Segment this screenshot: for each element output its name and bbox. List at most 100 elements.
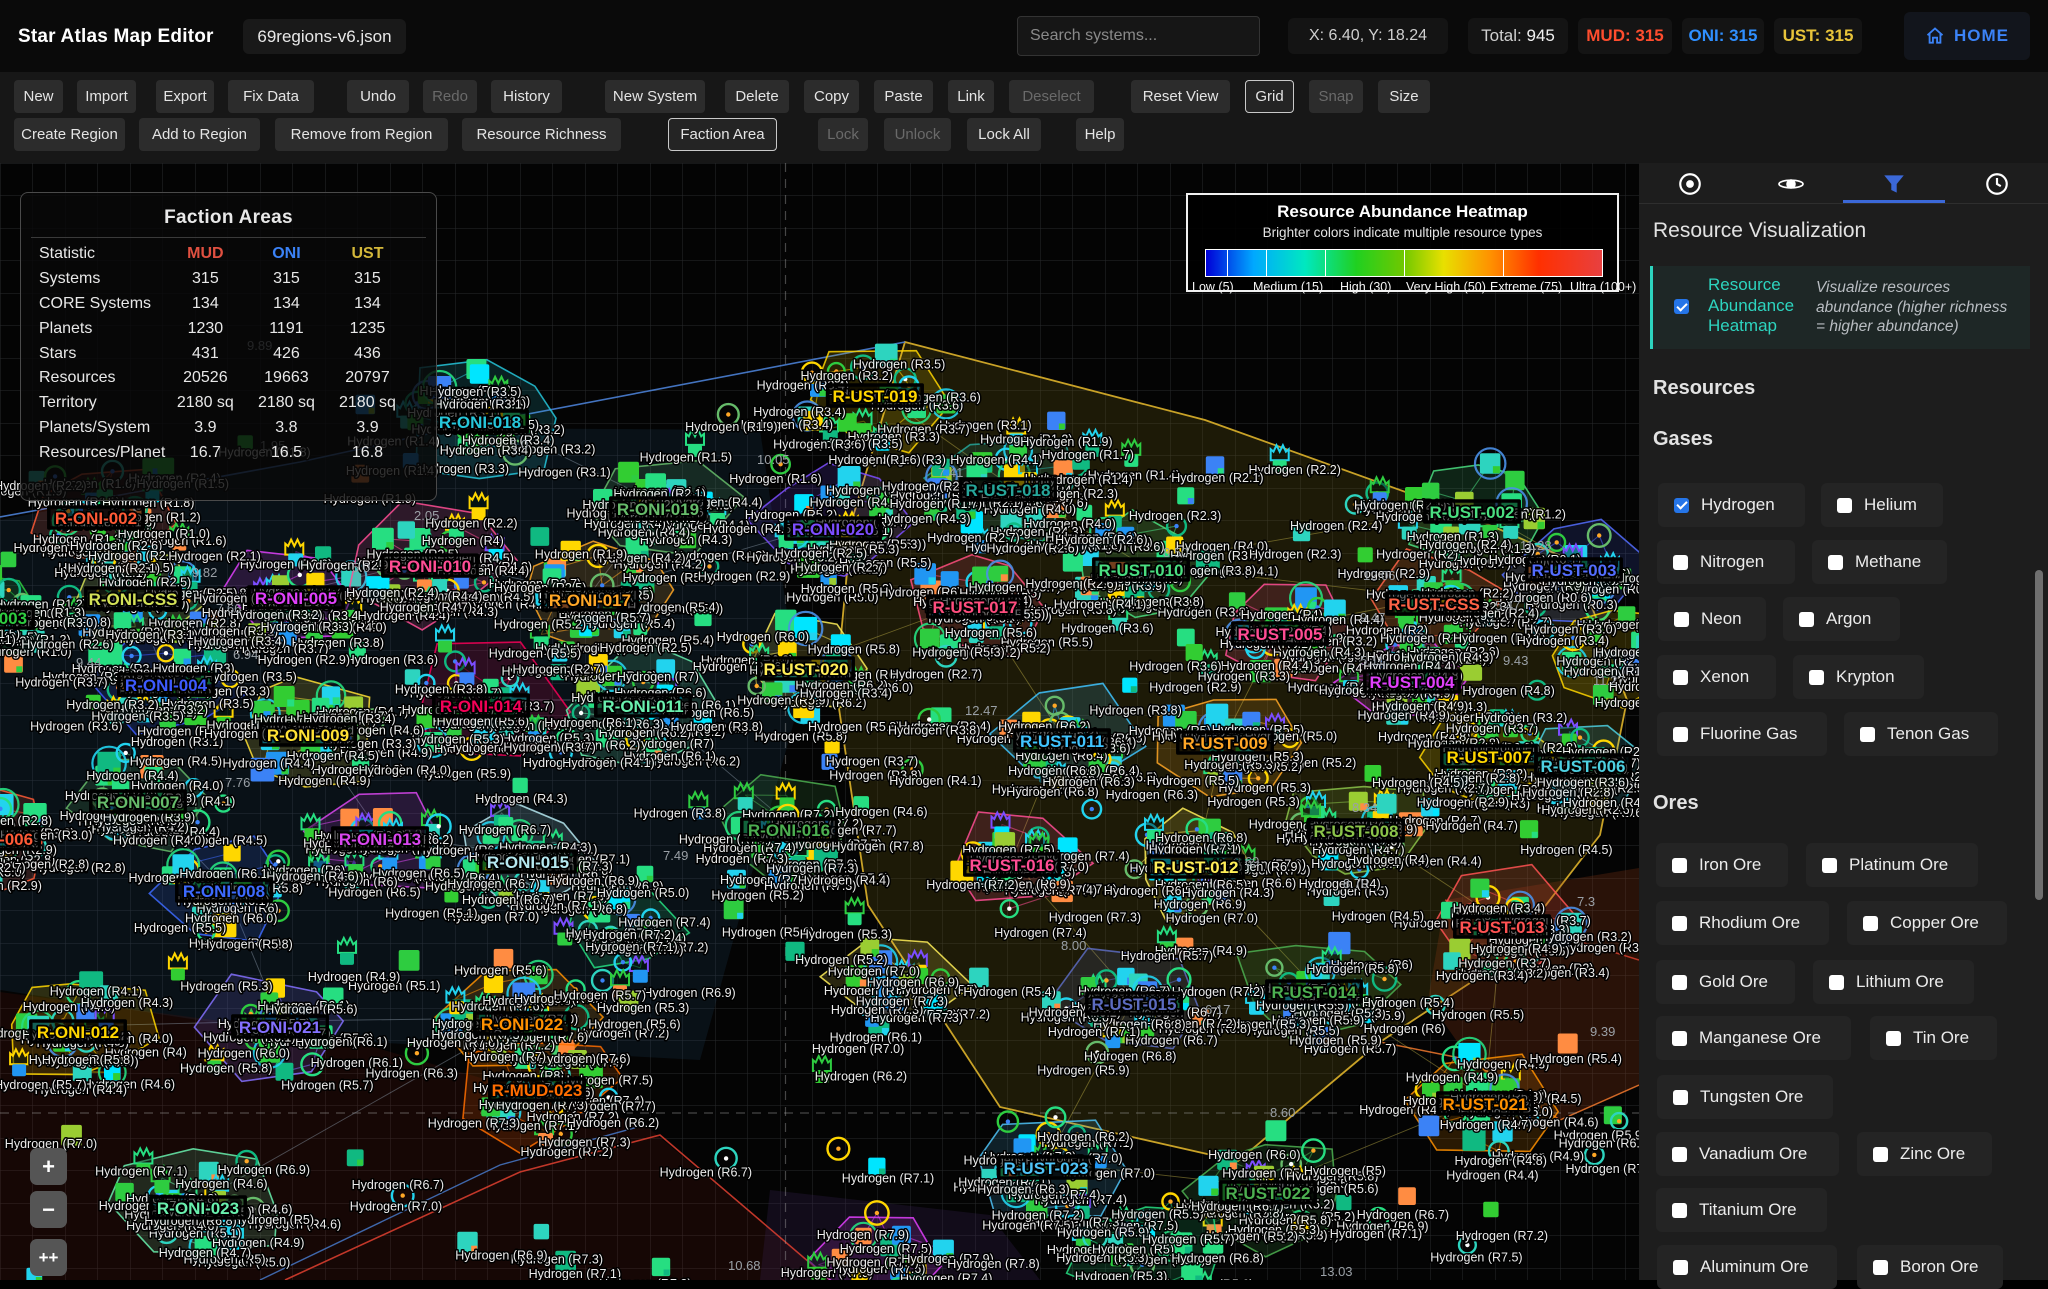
svg-text:Hydrogen (R5.0): Hydrogen (R5.0) (597, 886, 689, 900)
svg-text:R-ONI-023: R-ONI-023 (157, 1199, 239, 1218)
svg-text:Hydrogen (R7.2): Hydrogen (R7.2) (1456, 1229, 1548, 1243)
svg-text:Hydrogen (R7.2): Hydrogen (R7.2) (926, 878, 1018, 892)
svg-text:Hydrogen (R3.6): Hydrogen (R3.6) (346, 653, 438, 667)
svg-text:Hydrogen (R5.8): Hydrogen (R5.8) (180, 1062, 272, 1076)
svg-text:12.06: 12.06 (1363, 568, 1396, 583)
svg-text:Hydrogen (R4.5): Hydrogen (R4.5) (1520, 843, 1612, 857)
svg-text:R-ONI-010: R-ONI-010 (389, 557, 471, 576)
svg-text:Hydrogen (R4): Hydrogen (R4) (1299, 877, 1381, 891)
svg-text:Hydrogen (R6.2): Hydrogen (R6.2) (815, 1069, 907, 1083)
svg-text:Hydrogen (R7.3): Hydrogen (R7.3) (856, 994, 948, 1008)
svg-text:Hydrogen (R6.2): Hydrogen (R6.2) (567, 1116, 659, 1130)
svg-text:Hydrogen (R4.7): Hydrogen (R4.7) (159, 1246, 251, 1260)
svg-text:11.27: 11.27 (1593, 673, 1625, 688)
svg-text:Hydrogen (R1.5): Hydrogen (R1.5) (640, 451, 732, 465)
svg-text:Hydrogen (R5.7): Hydrogen (R5.7) (1121, 949, 1213, 963)
svg-text:Hydrogen (R5.6): Hydrogen (R5.6) (945, 626, 1037, 640)
svg-text:Hydrogen (R6.0): Hydrogen (R6.0) (1208, 1148, 1300, 1162)
svg-text:Hydrogen (R7.6): Hydrogen (R7.6) (538, 1052, 630, 1066)
svg-text:Hydrogen (R5): Hydrogen (R5) (1304, 1164, 1386, 1178)
svg-text:R-UST-015: R-UST-015 (1091, 995, 1176, 1014)
svg-text:Hydrogen (R4.4): Hydrogen (R4.4) (798, 874, 890, 888)
svg-text:R-UST-019: R-UST-019 (832, 387, 917, 406)
svg-text:Hydrogen (R4.7): Hydrogen (R4.7) (1426, 819, 1518, 833)
svg-text:R-ONI-002: R-ONI-002 (55, 509, 137, 528)
svg-text:Hydrogen (R4.9): Hydrogen (R4.9) (1376, 699, 1468, 713)
svg-text:Hydrogen (R7.1): Hydrogen (R7.1) (1330, 1227, 1422, 1241)
svg-text:Hydrogen (R4.5): Hydrogen (R4.5) (1332, 910, 1424, 924)
svg-text:R-UST-020: R-UST-020 (763, 660, 848, 679)
svg-text:Hydrogen (R7.5): Hydrogen (R7.5) (1430, 1250, 1522, 1264)
svg-text:Hydrogen (R5.3): Hydrogen (R5.3) (800, 928, 892, 942)
svg-text:Hydrogen (R4.5): Hydrogen (R4.5) (130, 755, 222, 769)
svg-text:5.11: 5.11 (1360, 653, 1384, 668)
svg-text:Hydrogen (R3.3): Hydrogen (R3.3) (261, 620, 353, 634)
svg-text:Hydrogen (R5.6): Hydrogen (R5.6) (588, 1017, 680, 1031)
svg-text:Hydrogen (R4.9): Hydrogen (R4.9) (278, 774, 370, 788)
svg-text:R-ONI-013: R-ONI-013 (339, 830, 421, 849)
svg-text:R-UST-010: R-UST-010 (1098, 561, 1183, 580)
svg-text:Hydrogen (R4.4): Hydrogen (R4.4) (223, 757, 315, 771)
svg-text:7.76: 7.76 (225, 775, 250, 790)
svg-text:R-UST-003: R-UST-003 (1531, 561, 1616, 580)
svg-text:Hydrogen (R5.3): Hydrogen (R5.3) (412, 733, 504, 747)
svg-text:Hydrogen (R5.9): Hydrogen (R5.9) (1289, 1034, 1381, 1048)
svg-text:9.39: 9.39 (1590, 1024, 1615, 1039)
svg-text:Hydrogen (R4.1): Hydrogen (R4.1) (950, 453, 1042, 467)
svg-text:Hydrogen (R5.9): Hydrogen (R5.9) (1057, 1226, 1149, 1240)
svg-text:11.28: 11.28 (1520, 538, 1552, 553)
svg-text:6.94: 6.94 (233, 647, 258, 662)
svg-text:Hydrogen (R6.9): Hydrogen (R6.9) (867, 976, 959, 990)
svg-text:R-UST-002: R-UST-002 (1429, 503, 1514, 522)
svg-text:R-UST-009: R-UST-009 (1182, 734, 1267, 753)
svg-text:Hydrogen (R2.6): Hydrogen (R2.6) (21, 638, 113, 652)
svg-text:5.47: 5.47 (1495, 598, 1520, 613)
svg-text:Hydrogen (R5.6): Hydrogen (R5.6) (454, 964, 546, 978)
svg-text:Hydrogen (R4.1): Hydrogen (R4.1) (562, 756, 654, 770)
svg-text:R-UST-022: R-UST-022 (1225, 1184, 1310, 1203)
svg-text:R-ONI-015: R-ONI-015 (487, 853, 569, 872)
svg-text:R-UST-023: R-UST-023 (1003, 1159, 1088, 1178)
svg-text:Hydrogen (R4.9): Hydrogen (R4.9) (810, 495, 902, 509)
svg-text:Hydrogen (R4.3): Hydrogen (R4.3) (878, 512, 970, 526)
svg-text:Hydrogen (R2.9): Hydrogen (R2.9) (0, 879, 42, 893)
svg-text:Hydrogen (R7): Hydrogen (R7) (617, 670, 699, 684)
svg-text:Hydrogen (R6.1): Hydrogen (R6.1) (830, 1030, 922, 1044)
svg-text:R-UST-013: R-UST-013 (1459, 918, 1544, 937)
svg-text:R-UST-011: R-UST-011 (1020, 732, 1104, 751)
svg-text:R-ONI-CSS: R-ONI-CSS (89, 590, 178, 609)
svg-text:Hydrogen (R6.9): Hydrogen (R6.9) (455, 1249, 547, 1263)
svg-text:Hydrogen (R3.7): Hydrogen (R3.7) (826, 755, 918, 769)
svg-text:Hydrogen (R3.2): Hydrogen (R3.2) (1475, 711, 1567, 725)
svg-text:8.00: 8.00 (1061, 938, 1086, 953)
svg-text:12.47: 12.47 (965, 703, 998, 718)
svg-text:Hydrogen (R3.6): Hydrogen (R3.6) (773, 437, 865, 451)
svg-text:Hydrogen (R4.9): Hydrogen (R4.9) (1406, 1071, 1498, 1085)
svg-text:Hydrogen (R2.5): Hydrogen (R2.5) (775, 547, 867, 561)
svg-text:Hydrogen (R2.4): Hydrogen (R2.4) (1290, 519, 1382, 533)
svg-text:Hydrogen (R7.0): Hydrogen (R7.0) (350, 1200, 442, 1214)
svg-text:9.82: 9.82 (192, 565, 217, 580)
svg-text:Hydrogen (R3.8): Hydrogen (R3.8) (1089, 704, 1181, 718)
svg-text:Hydrogen (R6.7): Hydrogen (R6.7) (459, 823, 551, 837)
svg-text:R-ONI-009: R-ONI-009 (267, 726, 349, 745)
svg-text:Hydrogen (R7.3): Hydrogen (R7.3) (538, 1136, 630, 1150)
svg-text:Hydrogen (R6.9): Hydrogen (R6.9) (643, 986, 735, 1000)
svg-text:10.68: 10.68 (728, 1258, 761, 1273)
svg-text:Hydrogen (R2.1): Hydrogen (R2.1) (168, 549, 260, 563)
svg-text:R-MUD-023: R-MUD-023 (492, 1081, 583, 1100)
svg-text:Hydrogen (R3.1): Hydrogen (R3.1) (105, 628, 197, 642)
svg-text:7.3: 7.3 (1577, 894, 1595, 909)
svg-text:Hydrogen (R5.3): Hydrogen (R5.3) (597, 1001, 689, 1015)
svg-text:Hydrogen (R5.7): Hydrogen (R5.7) (1142, 1233, 1234, 1247)
svg-text:Hydrogen (R2.4): Hydrogen (R2.4) (346, 586, 438, 600)
svg-text:Hydrogen (R2.3): Hydrogen (R2.3) (1129, 509, 1221, 523)
svg-text:Hydrogen (R6.8): Hydrogen (R6.8) (1155, 831, 1247, 845)
svg-text:Hydrogen (R2.1): Hydrogen (R2.1) (1171, 471, 1263, 485)
svg-text:Hydrogen (R6.3): Hydrogen (R6.3) (977, 1183, 1069, 1197)
svg-text:Hydrogen (R7.3): Hydrogen (R7.3) (1049, 910, 1141, 924)
svg-text:Hydrogen (R2.7): Hydrogen (R2.7) (795, 561, 887, 575)
svg-text:Hydrogen (R4.0): Hydrogen (R4.0) (359, 764, 451, 778)
svg-text:Hydrogen (R2.1): Hydrogen (R2.1) (68, 561, 160, 575)
svg-text:R-UST-012: R-UST-012 (1153, 858, 1238, 877)
